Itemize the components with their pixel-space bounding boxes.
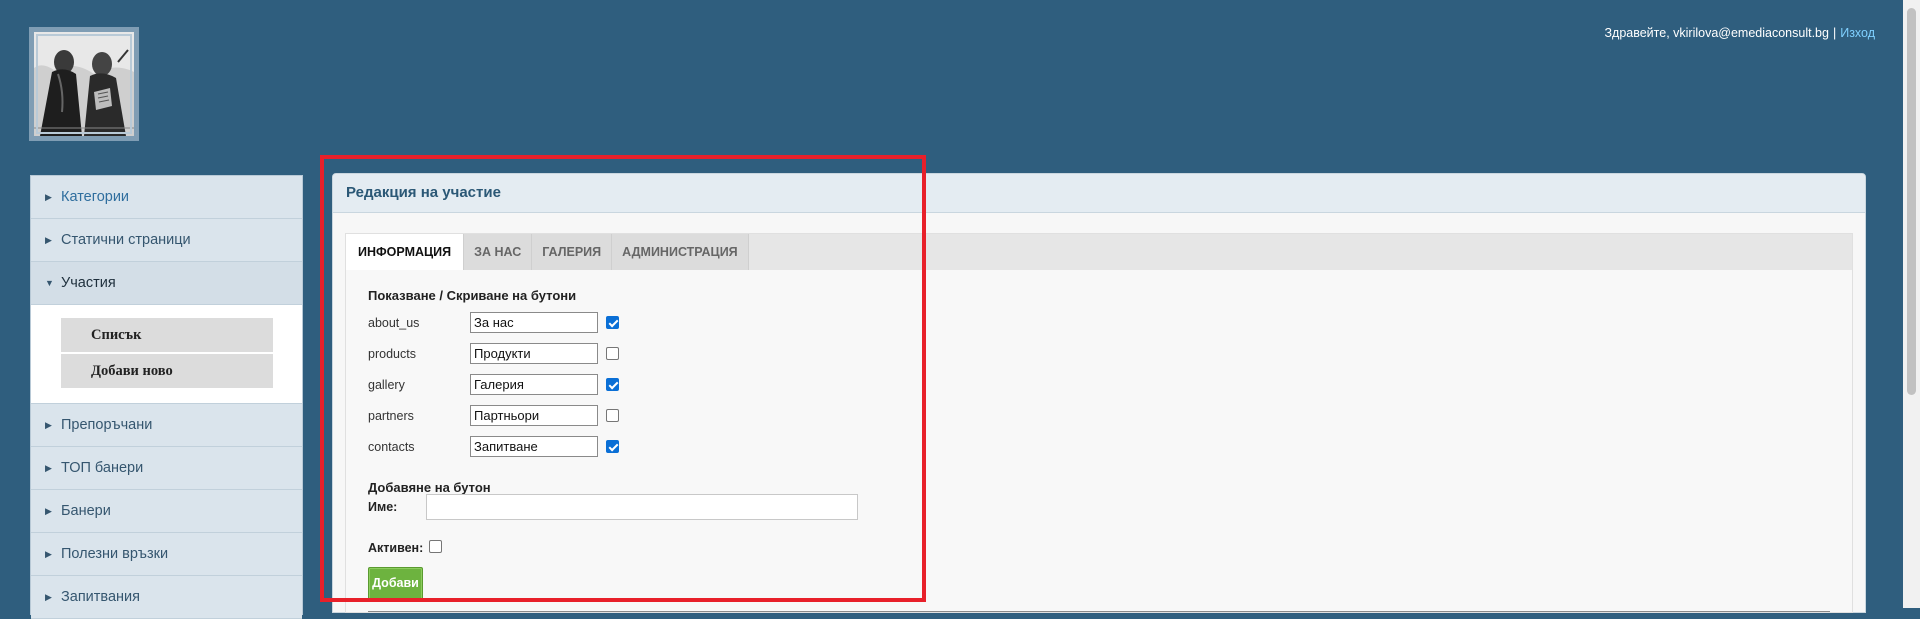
tab-content-information: Показване / Скриване на бутони about_us …	[346, 270, 1852, 612]
tab-bar: ИНФОРМАЦИЯ ЗА НАС ГАЛЕРИЯ АДМИНИСТРАЦИЯ	[346, 234, 1852, 271]
submenu-item-list[interactable]: Списък	[61, 318, 273, 352]
sidebar-item-recommended[interactable]: ▶ Препоръчани	[31, 404, 302, 447]
button-row-gallery: gallery	[368, 374, 668, 396]
sidebar-item-label: Статични страници	[61, 232, 191, 248]
tab-information[interactable]: ИНФОРМАЦИЯ	[346, 234, 465, 270]
button-row-contacts: contacts	[368, 436, 668, 458]
chevron-right-icon: ▶	[45, 592, 52, 602]
tabs-container: ИНФОРМАЦИЯ ЗА НАС ГАЛЕРИЯ АДМИНИСТРАЦИЯ …	[345, 233, 1853, 613]
page-scrollbar[interactable]	[1903, 0, 1920, 608]
sidebar-item-label: Препоръчани	[61, 417, 153, 433]
button-row-partners: partners	[368, 405, 668, 427]
sidebar-item-label: Участия	[61, 275, 116, 291]
sidebar-item-label: Банери	[61, 503, 111, 519]
chevron-right-icon: ▶	[45, 506, 52, 516]
checkbox-gallery[interactable]	[606, 378, 619, 391]
sidebar-item-top-banners[interactable]: ▶ ТОП банери	[31, 447, 302, 490]
chevron-right-icon: ▶	[45, 235, 52, 245]
sidebar-item-label: ТОП банери	[61, 460, 144, 476]
user-greeting: Здравейте, vkirilova@emediaconsult.bg	[1604, 26, 1829, 40]
sidebar-item-label: Полезни връзки	[61, 546, 169, 562]
add-button[interactable]: Добави	[368, 567, 423, 600]
tab-gallery[interactable]: ГАЛЕРИЯ	[532, 234, 613, 270]
name-label: Име:	[368, 500, 398, 514]
button-label-input-partners[interactable]	[470, 405, 598, 426]
tab-about-us[interactable]: ЗА НАС	[464, 234, 533, 270]
sidebar-nav: ▶ Категории ▶ Статични страници ▼ Участи…	[30, 175, 303, 619]
chevron-right-icon: ▶	[45, 549, 52, 559]
button-key-label: products	[368, 347, 416, 361]
button-row-about-us: about_us	[368, 312, 668, 334]
scrollbar-thumb[interactable]	[1907, 8, 1916, 395]
chevron-right-icon: ▶	[45, 420, 52, 430]
tab-administration[interactable]: АДМИНИСТРАЦИЯ	[612, 234, 749, 270]
logo	[29, 27, 139, 141]
button-row-products: products	[368, 343, 668, 365]
chevron-right-icon: ▶	[45, 192, 52, 202]
edit-participation-panel: Редакция на участие ИНФОРМАЦИЯ ЗА НАС ГА…	[332, 173, 1866, 613]
checkbox-products[interactable]	[606, 347, 619, 360]
button-key-label: gallery	[368, 378, 405, 392]
button-key-label: partners	[368, 409, 414, 423]
button-label-input-contacts[interactable]	[470, 436, 598, 457]
sidebar-item-static-pages[interactable]: ▶ Статични страници	[31, 219, 302, 262]
sidebar-item-label: Запитвания	[61, 589, 140, 605]
sidebar-item-label: Категории	[61, 189, 130, 205]
chevron-down-icon: ▼	[45, 278, 54, 288]
checkbox-partners[interactable]	[606, 409, 619, 422]
header-separator: |	[1832, 26, 1837, 40]
checkbox-about-us[interactable]	[606, 316, 619, 329]
portrait-logo-icon	[34, 32, 134, 136]
sidebar-item-participations[interactable]: ▼ Участия	[31, 262, 302, 305]
chevron-right-icon: ▶	[45, 463, 52, 473]
header-user-info: Здравейте, vkirilova@emediaconsult.bg | Из…	[1604, 26, 1875, 40]
button-label-input-products[interactable]	[470, 343, 598, 364]
submenu-item-add-new[interactable]: Добави ново	[61, 354, 273, 388]
buttons-section-title: Показване / Скриване на бутони	[368, 288, 577, 303]
page-title: Редакция на участие	[333, 174, 1865, 213]
divider	[368, 611, 1830, 612]
active-label: Активен:	[368, 541, 424, 555]
sidebar-item-useful-links[interactable]: ▶ Полезни връзки	[31, 533, 302, 576]
button-label-input-gallery[interactable]	[470, 374, 598, 395]
sidebar-item-categories[interactable]: ▶ Категории	[31, 176, 302, 219]
button-key-label: contacts	[368, 440, 415, 454]
add-button-section-title: Добавяне на бутон	[368, 480, 491, 495]
button-label-input-about-us[interactable]	[470, 312, 598, 333]
logout-link[interactable]: Изход	[1840, 26, 1875, 40]
sidebar-item-banners[interactable]: ▶ Банери	[31, 490, 302, 533]
checkbox-contacts[interactable]	[606, 440, 619, 453]
sidebar-item-inquiries[interactable]: ▶ Запитвания	[31, 576, 302, 619]
active-checkbox[interactable]	[429, 540, 442, 553]
participations-submenu: Списък Добави ново	[31, 305, 302, 404]
button-key-label: about_us	[368, 316, 420, 330]
name-input[interactable]	[426, 494, 858, 520]
